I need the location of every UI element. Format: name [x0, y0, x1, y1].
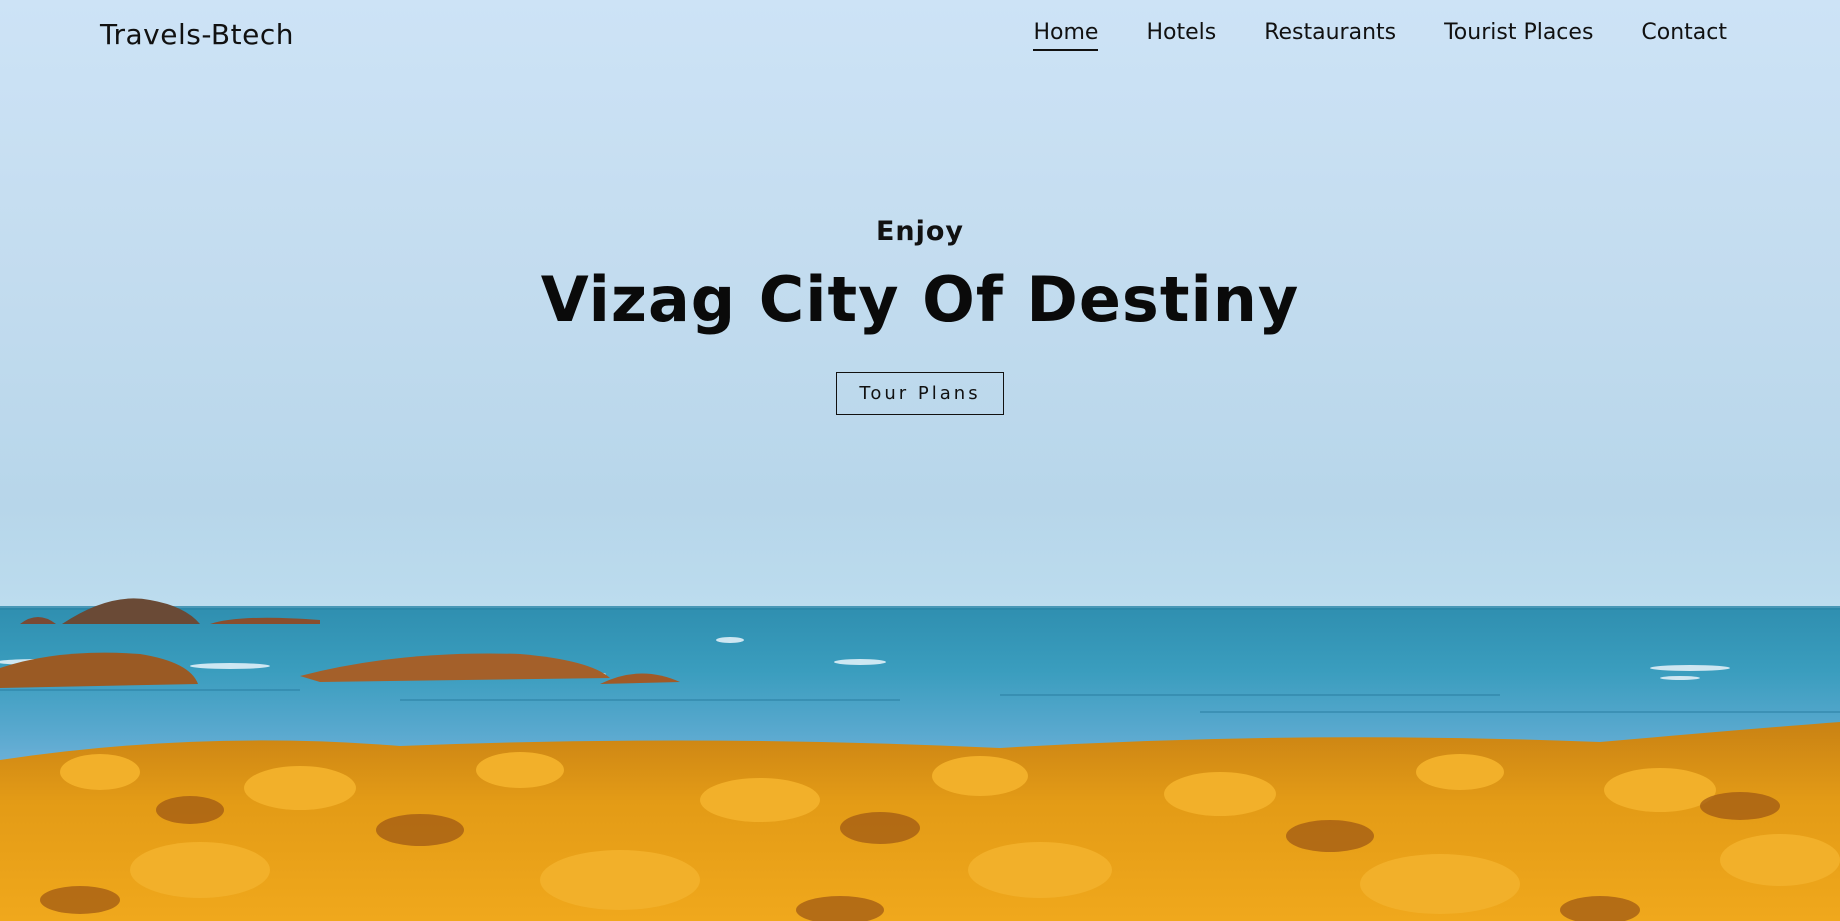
- nav-link-tourist-places[interactable]: Tourist Places: [1444, 20, 1593, 51]
- nav-link-contact[interactable]: Contact: [1641, 20, 1727, 51]
- brand-logo[interactable]: Travels-Btech: [100, 18, 294, 51]
- hero-title: Vizag City Of Destiny: [540, 263, 1300, 336]
- nav-link-hotels[interactable]: Hotels: [1146, 20, 1216, 51]
- nav-link-restaurants[interactable]: Restaurants: [1264, 20, 1396, 51]
- navbar: Travels-Btech Home Hotels Restaurants To…: [0, 0, 1840, 72]
- nav-links: Home Hotels Restaurants Tourist Places C…: [985, 20, 1727, 51]
- tour-plans-button[interactable]: Tour Plans: [836, 372, 1004, 415]
- hero-eyebrow: Enjoy: [875, 216, 965, 247]
- hero-section: Travels-Btech Home Hotels Restaurants To…: [0, 0, 1840, 921]
- hero-content: Enjoy Vizag City Of Destiny Tour Plans: [0, 216, 1840, 415]
- hero-background-image: [0, 598, 1840, 921]
- nav-link-home[interactable]: Home: [1033, 20, 1099, 51]
